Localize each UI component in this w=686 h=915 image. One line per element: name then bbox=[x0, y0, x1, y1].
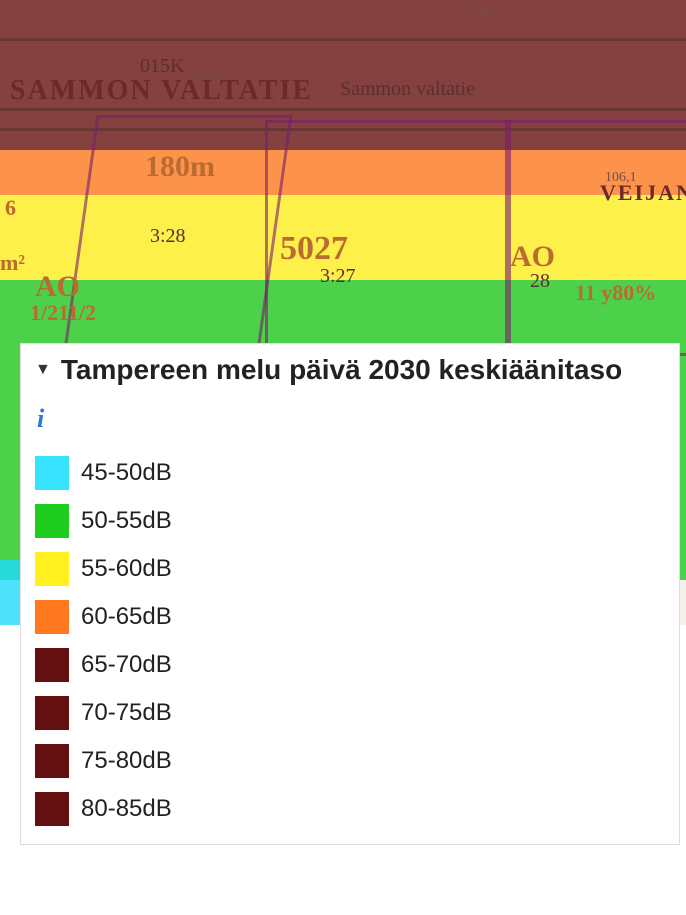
legend-item: 75-80dB bbox=[35, 744, 665, 778]
block-number: 5027 bbox=[280, 230, 348, 268]
extra-label: m² bbox=[0, 250, 25, 276]
parcel-id: 1/211/2 bbox=[30, 300, 96, 326]
legend-item: 60-65dB bbox=[35, 600, 665, 634]
info-icon[interactable]: i bbox=[37, 404, 665, 434]
legend-swatch bbox=[35, 648, 69, 682]
legend-label: 55-60dB bbox=[81, 555, 172, 583]
legend-swatch bbox=[35, 504, 69, 538]
road-line bbox=[0, 108, 686, 111]
zone-label: AO bbox=[510, 240, 555, 274]
legend-label: 80-85dB bbox=[81, 795, 172, 823]
parcel-id: 3:28 bbox=[150, 225, 186, 248]
road-name-upper: SAMMON VALTATIE bbox=[10, 75, 313, 107]
side-street: VEIJANI bbox=[600, 180, 686, 206]
legend-swatch bbox=[35, 696, 69, 730]
road-name-lower: Sammon valtatie bbox=[340, 78, 475, 101]
extra-label: 11 y80% bbox=[575, 280, 656, 306]
legend-item: 80-85dB bbox=[35, 792, 665, 826]
road-line bbox=[0, 38, 686, 41]
legend-header[interactable]: ▼ Tampereen melu päivä 2030 keskiäänitas… bbox=[35, 354, 665, 386]
elev-marker: 106,3 bbox=[190, 68, 222, 84]
extra-label: 6 bbox=[5, 195, 16, 221]
legend-label: 65-70dB bbox=[81, 651, 172, 679]
parcel-outline bbox=[505, 120, 686, 356]
collapse-triangle-icon[interactable]: ▼ bbox=[35, 361, 51, 379]
parcel-id: 3:27 bbox=[320, 265, 356, 288]
legend-title: Tampereen melu päivä 2030 keskiäänitaso bbox=[61, 354, 622, 386]
legend-label: 70-75dB bbox=[81, 699, 172, 727]
legend-swatch bbox=[35, 744, 69, 778]
legend-swatch bbox=[35, 600, 69, 634]
parcel-id: 28 bbox=[530, 270, 550, 293]
legend-label: 45-50dB bbox=[81, 459, 172, 487]
legend-panel: ▼ Tampereen melu päivä 2030 keskiäänitas… bbox=[20, 343, 680, 845]
legend-item: 45-50dB bbox=[35, 456, 665, 490]
legend-label: 75-80dB bbox=[81, 747, 172, 775]
measurement: 180m bbox=[145, 150, 215, 184]
legend-item: 55-60dB bbox=[35, 552, 665, 586]
legend-swatch bbox=[35, 792, 69, 826]
legend-item: 50-55dB bbox=[35, 504, 665, 538]
elev-marker: 108,2 bbox=[465, 5, 497, 21]
legend-swatch bbox=[35, 552, 69, 586]
legend-item: 70-75dB bbox=[35, 696, 665, 730]
legend-item: 65-70dB bbox=[35, 648, 665, 682]
legend-swatch bbox=[35, 456, 69, 490]
legend-label: 50-55dB bbox=[81, 507, 172, 535]
legend-items: 45-50dB 50-55dB 55-60dB 60-65dB 65-70dB 70-75… bbox=[35, 456, 665, 826]
zone-label: AO bbox=[35, 270, 80, 304]
legend-label: 60-65dB bbox=[81, 603, 172, 631]
